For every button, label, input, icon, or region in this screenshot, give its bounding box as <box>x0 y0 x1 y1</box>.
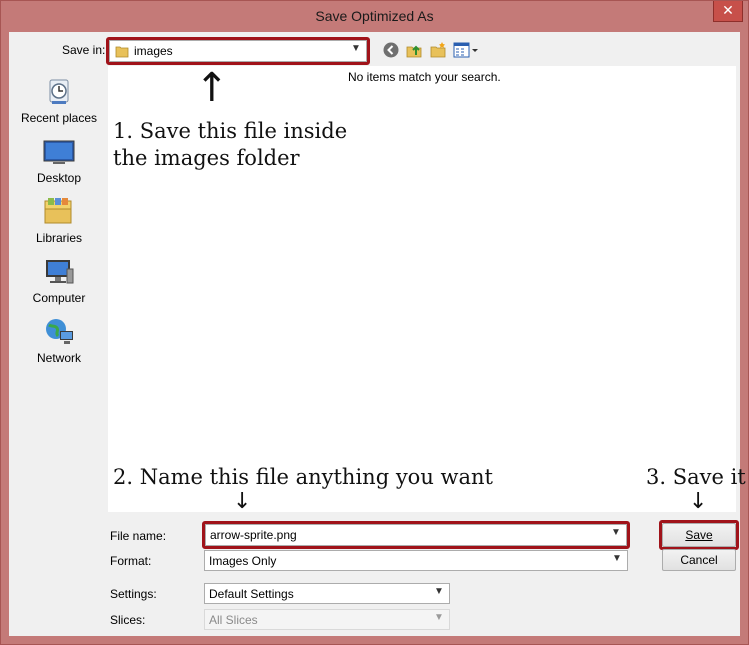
save-in-label: Save in: <box>62 43 106 57</box>
cancel-button[interactable]: Cancel <box>662 549 736 571</box>
format-label: Format: <box>110 554 152 568</box>
window-title: Save Optimized As <box>315 8 434 24</box>
place-network[interactable]: Network <box>13 311 105 369</box>
view-menu-icon[interactable] <box>453 41 479 61</box>
settings-label: Settings: <box>110 587 157 601</box>
place-desktop[interactable]: Desktop <box>13 131 105 189</box>
back-icon[interactable] <box>382 41 402 61</box>
computer-icon <box>43 257 75 287</box>
format-value: Images Only <box>209 554 277 568</box>
title-bar[interactable]: Save Optimized As ✕ <box>1 1 748 32</box>
format-select[interactable]: Images Only ▼ <box>204 550 628 571</box>
recent-places-icon <box>43 77 75 107</box>
desktop-icon <box>43 137 75 167</box>
highlight-save-in <box>106 37 370 65</box>
highlight-file-name <box>202 521 630 549</box>
places-bar: Recent places Desktop Libraries Computer <box>13 67 105 397</box>
slices-value: All Slices <box>209 613 258 627</box>
slices-select: All Slices ▼ <box>204 609 450 630</box>
dialog-body: Save in: images ▼ Recent places Desktop … <box>9 32 746 636</box>
highlight-save-button <box>659 520 739 550</box>
file-name-label: File name: <box>110 529 167 543</box>
libraries-icon <box>43 197 75 227</box>
annotation-step2: 2. Name this file anything you want <box>113 465 493 489</box>
network-icon <box>43 317 75 347</box>
annotation-arrow-down-filename: ↓ <box>233 489 252 514</box>
annotation-arrow-down-save: ↓ <box>689 489 708 514</box>
settings-value: Default Settings <box>209 587 294 601</box>
chevron-down-icon: ▼ <box>434 612 444 623</box>
place-recent-places[interactable]: Recent places <box>13 71 105 129</box>
place-label: Computer <box>32 291 86 305</box>
annotation-step1-line1: 1. Save this file inside <box>113 119 348 143</box>
place-label: Libraries <box>35 231 83 245</box>
settings-select[interactable]: Default Settings ▼ <box>204 583 450 604</box>
annotation-arrow-up: ↑ <box>195 65 229 111</box>
place-computer[interactable]: Computer <box>13 251 105 309</box>
chevron-down-icon[interactable]: ▼ <box>611 553 623 567</box>
slices-label: Slices: <box>110 613 146 627</box>
annotation-step1-line2: the images folder <box>113 146 300 170</box>
place-label: Recent places <box>20 111 98 125</box>
save-dialog-window: Save Optimized As ✕ Save in: images ▼ Re… <box>0 0 749 645</box>
up-folder-icon[interactable] <box>405 41 425 61</box>
new-folder-icon[interactable] <box>429 41 449 61</box>
place-label: Desktop <box>36 171 82 185</box>
empty-message: No items match your search. <box>348 70 501 84</box>
place-label: Network <box>36 351 81 365</box>
close-button[interactable]: ✕ <box>713 1 743 22</box>
place-libraries[interactable]: Libraries <box>13 191 105 249</box>
chevron-down-icon[interactable]: ▼ <box>433 586 445 600</box>
